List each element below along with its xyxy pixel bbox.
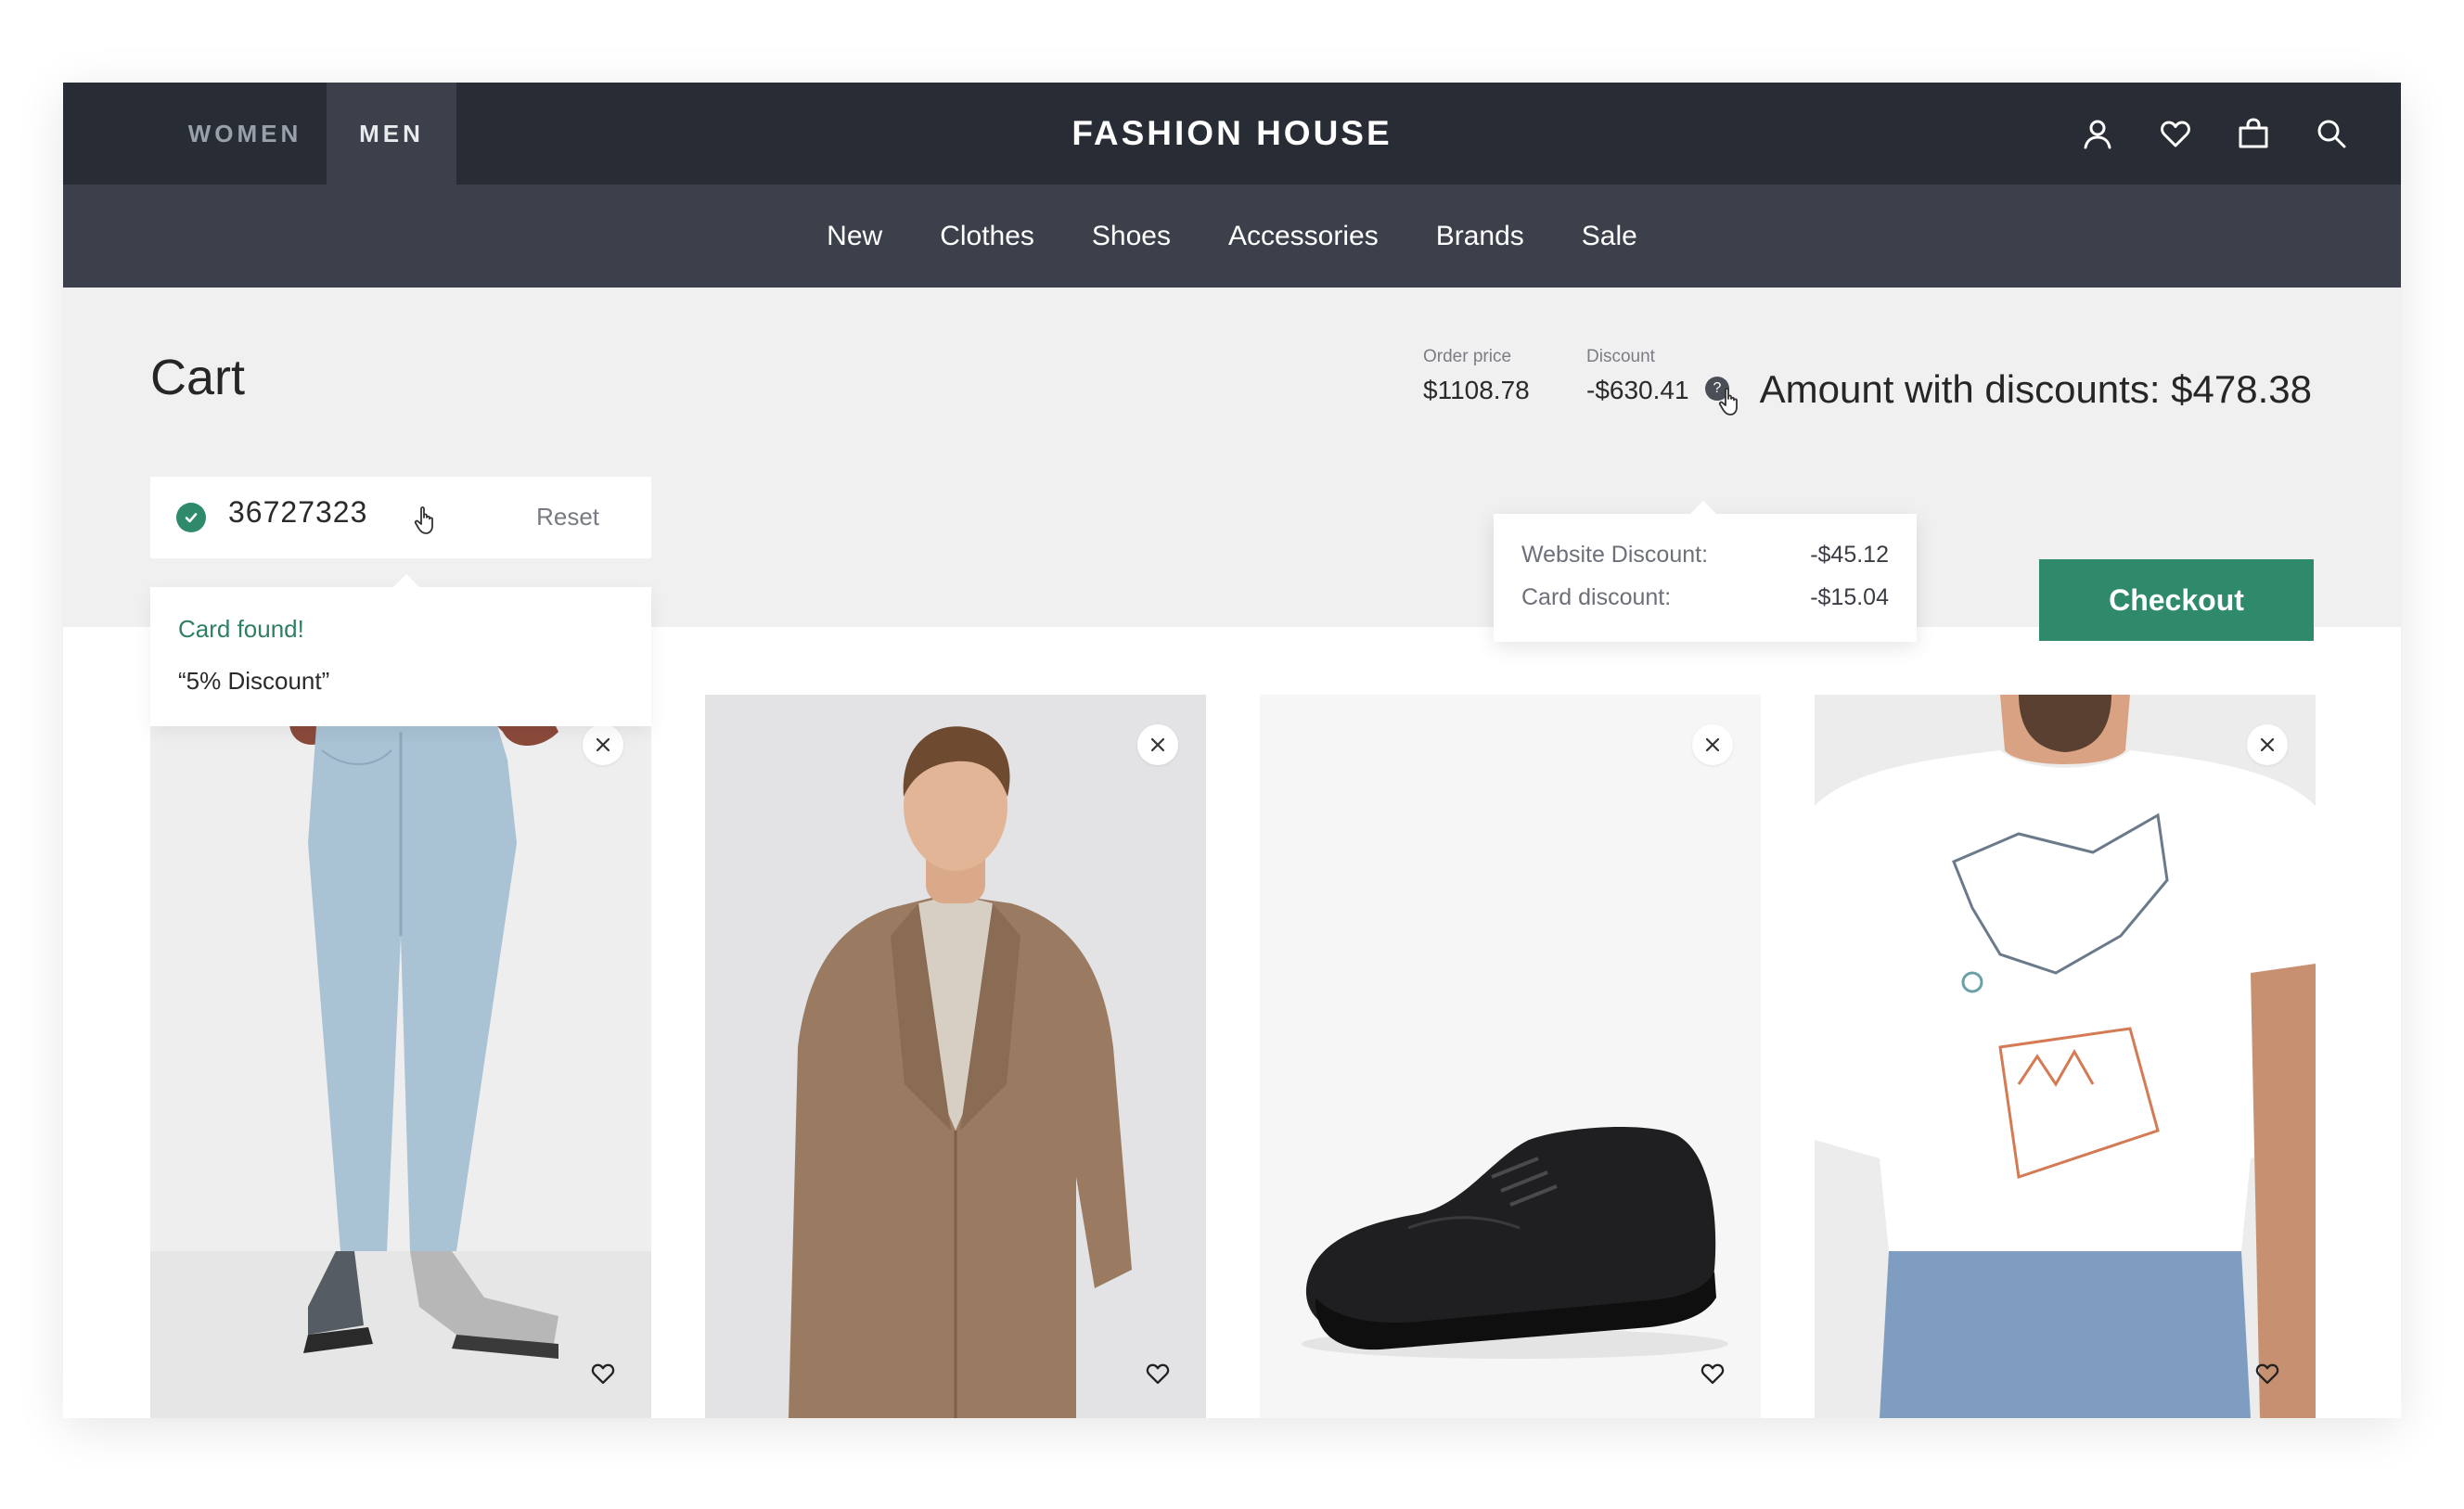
heart-icon[interactable] [1696, 1357, 1729, 1390]
category-nav: New Clothes Shoes Accessories Brands Sal… [63, 185, 2401, 288]
product-card[interactable] [1260, 695, 1761, 1418]
amount-with-discounts: Amount with discounts: $478.38 [1759, 367, 2312, 411]
discount-breakdown-tooltip: Website Discount: -$45.12 Card discount:… [1494, 501, 1917, 642]
card-discount-name: “5% Discount” [178, 667, 330, 695]
user-icon[interactable] [2080, 116, 2115, 151]
cart-product-grid [150, 695, 2316, 1418]
check-icon [176, 503, 206, 532]
reset-button[interactable]: Reset [536, 503, 599, 531]
suit-image [705, 695, 1206, 1418]
nav-item-sale[interactable]: Sale [1582, 221, 1637, 252]
card-found-popover: Card found! “5% Discount” [150, 574, 651, 726]
heart-icon[interactable] [586, 1357, 620, 1390]
breakdown-label: Card discount: [1521, 584, 1672, 610]
nav-item-accessories[interactable]: Accessories [1228, 221, 1379, 252]
shop-window: WOMEN MEN FASHION HOUSE New Clothes Shoe… [63, 83, 2401, 1418]
heart-icon[interactable] [2251, 1357, 2284, 1390]
search-icon[interactable] [2314, 116, 2349, 151]
nav-item-brands[interactable]: Brands [1436, 221, 1524, 252]
remove-item-button[interactable] [1692, 724, 1733, 765]
card-number-value[interactable]: 36727323 [228, 495, 367, 530]
order-price-value: $1108.78 [1423, 376, 1530, 404]
remove-item-button[interactable] [583, 724, 623, 765]
remove-item-button[interactable] [2247, 724, 2288, 765]
order-price-label: Order price [1423, 347, 1512, 366]
hand-cursor-icon [414, 505, 440, 541]
tab-men[interactable]: MEN [327, 83, 456, 185]
nav-item-new[interactable]: New [827, 221, 882, 252]
checkout-button[interactable]: Checkout [2039, 559, 2314, 641]
hand-cursor-icon [1718, 386, 1744, 422]
heart-icon[interactable] [2158, 116, 2193, 151]
breakdown-row: Card discount: -$15.04 [1521, 584, 1889, 611]
discount-label: Discount [1586, 347, 1655, 366]
heart-icon[interactable] [1141, 1357, 1174, 1390]
bag-icon[interactable] [2236, 116, 2271, 151]
product-card[interactable] [150, 695, 651, 1418]
breakdown-label: Website Discount: [1521, 542, 1709, 568]
nav-item-clothes[interactable]: Clothes [940, 221, 1034, 252]
breakdown-row: Website Discount: -$45.12 [1521, 542, 1889, 569]
top-bar: WOMEN MEN FASHION HOUSE [63, 83, 2401, 185]
product-card[interactable] [705, 695, 1206, 1418]
shoe-image [1260, 695, 1761, 1418]
card-status: Card found! [178, 615, 304, 643]
product-card[interactable] [1815, 695, 2316, 1418]
discount-value: -$630.41 [1586, 376, 1689, 404]
nav-item-shoes[interactable]: Shoes [1092, 221, 1171, 252]
header-actions [2080, 83, 2349, 185]
breakdown-value: -$45.12 [1810, 542, 1889, 568]
tshirt-image [1815, 695, 2316, 1418]
page-title: Cart [150, 350, 246, 405]
discount-card-field[interactable]: 36727323 Reset [150, 477, 651, 558]
jeans-image [150, 695, 651, 1418]
tab-women[interactable]: WOMEN [174, 83, 315, 185]
breakdown-value: -$15.04 [1810, 584, 1889, 610]
remove-item-button[interactable] [1137, 724, 1178, 765]
